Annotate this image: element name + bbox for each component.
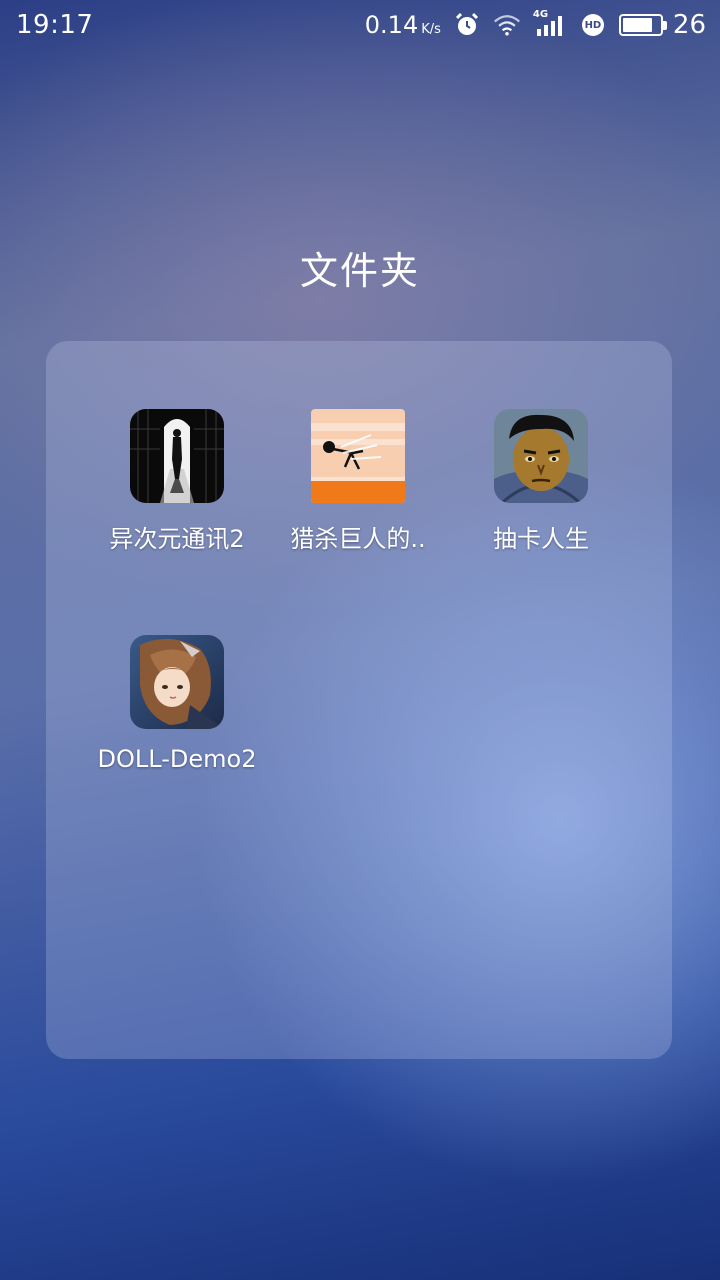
status-icons: 0.14 K/s 4G HD 26 — [365, 9, 706, 40]
wifi-icon — [493, 11, 521, 39]
hd-label: HD — [584, 19, 602, 31]
dark-doorway-silhouette-icon[interactable] — [130, 409, 224, 503]
hd-voice-icon: HD — [579, 11, 607, 39]
network-speed-value: 0.14 — [364, 11, 419, 39]
app-label: 异次元通讯2 — [109, 525, 245, 553]
app-item-2[interactable]: 抽卡人生 — [451, 409, 631, 554]
app-item-1[interactable]: 猎杀巨人的.. — [268, 409, 448, 554]
battery-icon — [618, 14, 667, 36]
folder-title[interactable]: 文件夹 — [0, 240, 720, 295]
anime-girl-icon[interactable] — [130, 635, 224, 729]
app-item-3[interactable]: DOLL-Demo2 — [87, 635, 267, 773]
folder-panel: 异次元通讯2 猎杀巨人的.. 抽卡人生 DOLL-Demo2 — [46, 341, 672, 1059]
network-speed-unit: K/s — [421, 22, 441, 37]
battery-level: 26 — [672, 10, 706, 40]
network-speed: 0.14 K/s — [365, 11, 441, 39]
cellular-signal-icon: 4G — [532, 9, 567, 39]
alarm-clock-icon — [453, 11, 481, 39]
status-bar: 19:17 0.14 K/s 4G HD 26 — [0, 0, 720, 50]
app-label: DOLL-Demo2 — [97, 745, 257, 773]
battery: 26 — [618, 10, 706, 40]
status-time: 19:17 — [16, 10, 94, 40]
app-label: 抽卡人生 — [493, 525, 589, 553]
app-label: 猎杀巨人的.. — [290, 525, 426, 553]
stickman-running-icon[interactable] — [311, 409, 405, 503]
network-type-label: 4G — [532, 9, 549, 20]
man-face-icon[interactable] — [494, 409, 588, 503]
app-item-0[interactable]: 异次元通讯2 — [87, 409, 267, 554]
